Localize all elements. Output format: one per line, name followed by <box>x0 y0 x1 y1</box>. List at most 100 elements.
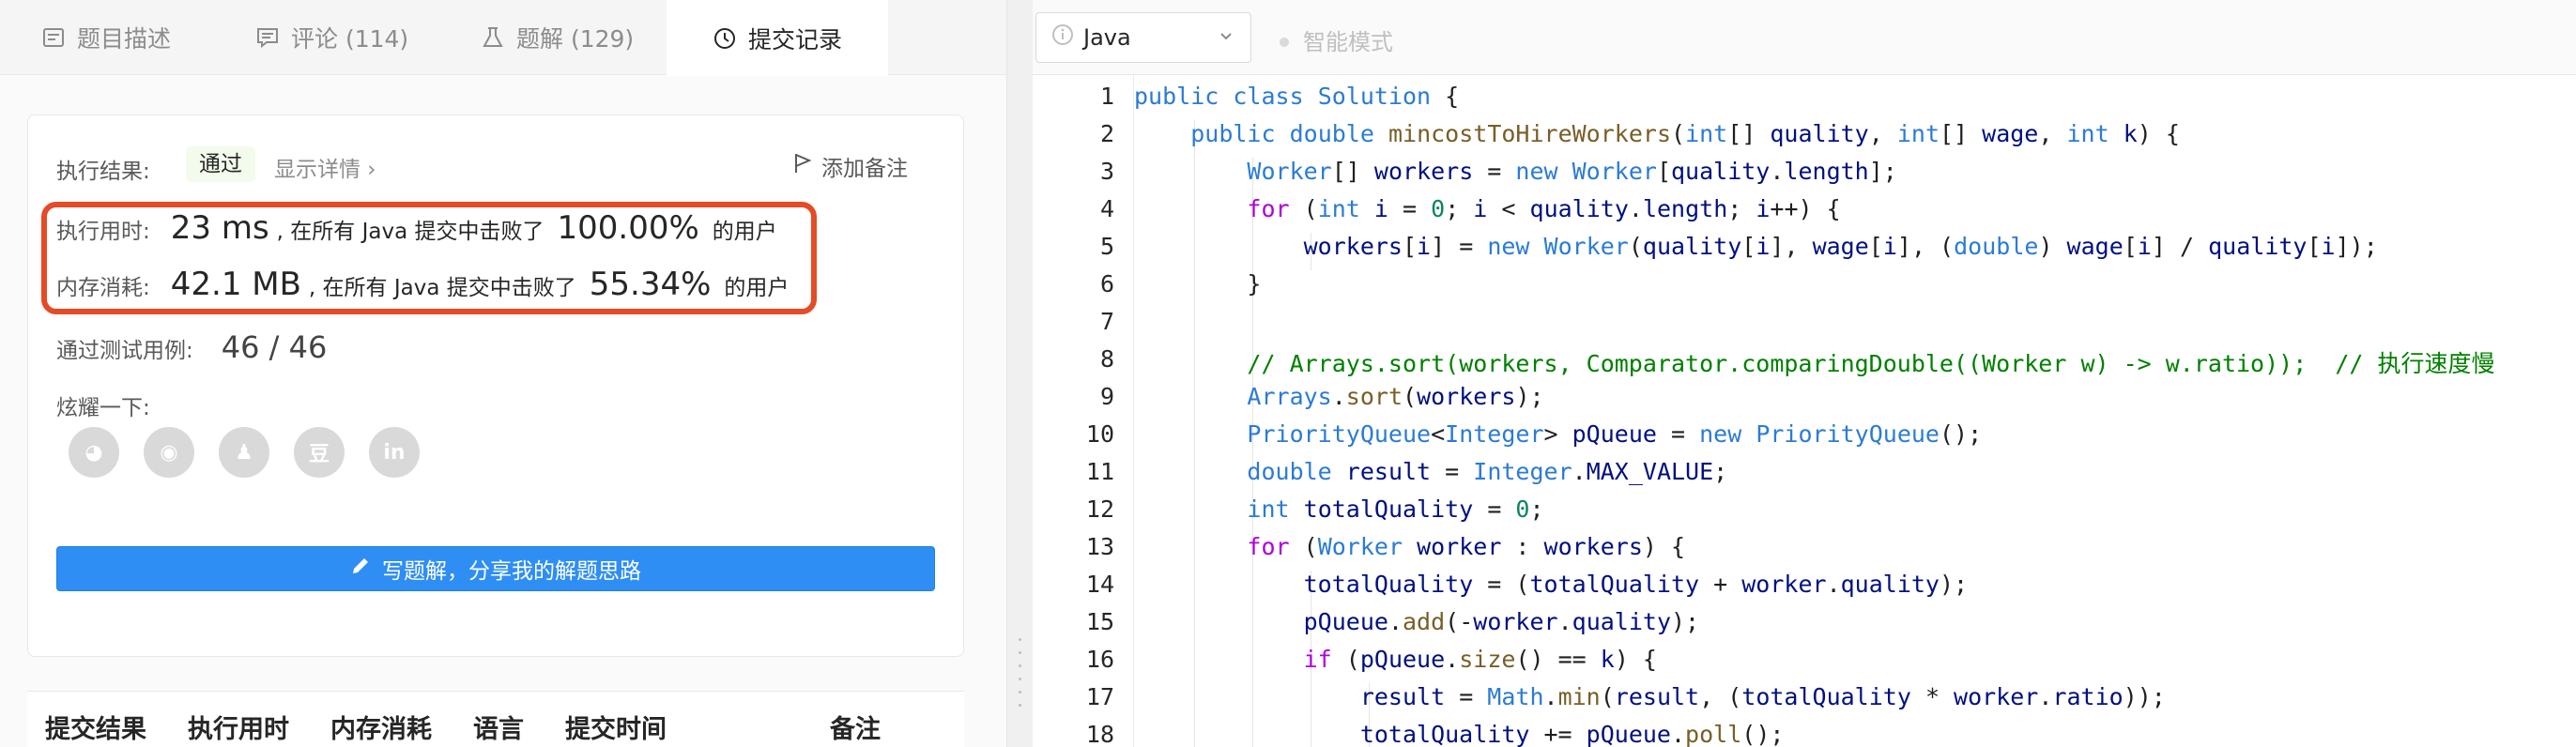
runtime-text: , 在所有 Java 提交中击败了 <box>276 220 544 244</box>
runtime-percent: 100.00% <box>557 209 699 247</box>
code-line: for (Worker worker : workers) { <box>1247 533 1686 560</box>
splitter-dot <box>1019 704 1021 707</box>
show-details-link[interactable]: 显示详情 › <box>274 151 376 183</box>
left-panel: 题目描述 评论 (114) 题解 (129) 提交记录 执行结果: 通过 显示详… <box>0 0 1006 747</box>
dot-icon <box>1279 27 1290 53</box>
column-header-note[interactable]: 备注 <box>830 709 881 745</box>
tab-solutions[interactable]: 题解 (129) <box>481 0 634 75</box>
column-header-result[interactable]: 提交结果 <box>45 709 146 745</box>
status-badge: 通过 <box>186 146 255 182</box>
weibo-icon[interactable]: ◉ <box>144 427 194 478</box>
flask-icon <box>481 25 505 50</box>
tests-row: 通过测试用例: 46 / 46 <box>56 329 327 365</box>
line-number: 18 <box>1085 721 1114 747</box>
runtime-row: 执行用时: 23 ms , 在所有 Java 提交中击败了 100.00% 的用… <box>56 209 777 247</box>
code-line: // Arrays.sort(workers, Comparator.compa… <box>1247 350 2495 377</box>
line-number: 15 <box>1085 608 1114 635</box>
editor-toolbar: Java 智能模式 <box>1033 0 2576 75</box>
tab-description[interactable]: 题目描述 <box>41 0 171 75</box>
tests-label: 通过测试用例: <box>56 339 193 363</box>
tests-value: 46 / 46 <box>221 329 328 365</box>
memory-suffix: 的用户 <box>724 276 790 300</box>
comment-icon <box>255 25 280 50</box>
pencil-icon <box>350 556 371 582</box>
line-number: 12 <box>1085 495 1114 523</box>
line-number: 9 <box>1099 383 1114 410</box>
add-note-label: 添加备注 <box>821 157 908 181</box>
line-number: 8 <box>1099 345 1114 373</box>
write-solution-button[interactable]: 写题解，分享我的解题思路 <box>56 546 935 591</box>
column-header-language[interactable]: 语言 <box>473 709 524 745</box>
tab-description-label: 题目描述 <box>77 25 172 53</box>
runtime-suffix: 的用户 <box>712 220 777 244</box>
code-line: Worker[] workers = new Worker[quality.le… <box>1247 158 1897 185</box>
memory-label: 内存消耗: <box>56 276 150 300</box>
write-solution-label: 写题解，分享我的解题思路 <box>382 559 641 584</box>
line-number: 2 <box>1099 120 1114 147</box>
tab-comments[interactable]: 评论 (114) <box>255 0 408 75</box>
splitter-dot <box>1019 638 1021 641</box>
line-number: 7 <box>1099 308 1114 335</box>
column-header-submit-time[interactable]: 提交时间 <box>565 709 667 745</box>
tab-submissions[interactable]: 提交记录 <box>667 0 888 76</box>
code-line: if (pQueue.size() == k) { <box>1303 646 1657 673</box>
line-number: 17 <box>1085 683 1114 710</box>
douban-icon[interactable]: 豆 <box>294 427 345 478</box>
line-number: 1 <box>1099 83 1114 110</box>
code-line: double result = Integer.MAX_VALUE; <box>1247 458 1728 485</box>
language-value: Java <box>1083 24 1131 51</box>
memory-text: , 在所有 Java 提交中击败了 <box>308 276 576 300</box>
line-number: 4 <box>1099 195 1114 222</box>
tab-solutions-label: 题解 (129) <box>516 25 635 53</box>
code-line: public class Solution { <box>1134 83 1460 110</box>
code-line: totalQuality = (totalQuality + worker.qu… <box>1303 571 1969 598</box>
memory-value: 42.1 MB <box>170 266 301 303</box>
column-header-runtime[interactable]: 执行用时 <box>188 709 289 745</box>
code-line: result = Math.min(result, (totalQuality … <box>1359 683 2166 710</box>
smart-mode-label: 智能模式 <box>1303 29 1393 55</box>
code-line: PriorityQueue<Integer> pQueue = new Prio… <box>1247 420 1983 448</box>
add-note-button[interactable]: 添加备注 <box>793 150 908 182</box>
qq-icon[interactable]: ♟ <box>219 427 269 478</box>
share-label: 炫耀一下: <box>56 396 150 420</box>
column-header-memory[interactable]: 内存消耗 <box>330 709 432 745</box>
line-number: 16 <box>1085 646 1114 673</box>
submissions-table-header: 提交结果 执行用时 内存消耗 语言 提交时间 备注 <box>27 691 964 747</box>
info-icon <box>1051 23 1074 52</box>
splitter-dot <box>1019 664 1021 667</box>
code-line: int totalQuality = 0; <box>1247 495 1544 523</box>
code-line: for (int i = 0; i < quality.length; i++)… <box>1247 195 1841 222</box>
code-line: } <box>1134 270 1262 297</box>
line-number: 3 <box>1099 158 1114 185</box>
memory-percent: 55.34% <box>589 266 712 303</box>
panel-splitter[interactable] <box>1006 0 1033 747</box>
code-line: workers[i] = new Worker(quality[i], wage… <box>1303 233 2378 260</box>
line-number: 5 <box>1099 233 1114 260</box>
splitter-dot <box>1019 691 1021 694</box>
line-number: 10 <box>1085 420 1114 448</box>
memory-row: 内存消耗: 42.1 MB , 在所有 Java 提交中击败了 55.34% 的… <box>56 266 789 303</box>
runtime-label: 执行用时: <box>56 220 150 244</box>
tab-comments-label: 评论 (114) <box>291 25 409 53</box>
document-icon <box>41 25 66 50</box>
code-line: pQueue.add(-worker.quality); <box>1303 608 1700 635</box>
line-number: 6 <box>1099 270 1114 297</box>
result-card: 执行结果: 通过 显示详情 › 添加备注 执行用时: 23 ms , 在所有 J… <box>27 114 964 657</box>
result-label: 执行结果: <box>56 160 150 184</box>
code-line: Arrays.sort(workers); <box>1247 383 1544 410</box>
linkedin-icon[interactable]: in <box>369 427 420 478</box>
smart-mode-toggle[interactable]: 智能模式 <box>1279 23 1393 56</box>
chevron-down-icon <box>1217 24 1235 51</box>
runtime-value: 23 ms <box>170 209 269 247</box>
tab-bar: 题目描述 评论 (114) 题解 (129) 提交记录 <box>0 0 1006 76</box>
line-number: 11 <box>1085 458 1114 485</box>
code-line: totalQuality += pQueue.poll(); <box>1359 721 1785 747</box>
line-number-gutter: 1 2 3 4 5 6 7 8 9 10 11 12 13 14 15 16 1… <box>1033 75 1134 747</box>
line-number: 13 <box>1085 533 1114 560</box>
splitter-dot <box>1019 678 1021 680</box>
code-line: public double mincostToHireWorkers(int[]… <box>1190 120 2180 147</box>
code-editor[interactable]: 1 2 3 4 5 6 7 8 9 10 11 12 13 14 15 16 1… <box>1033 75 2576 747</box>
line-number: 14 <box>1085 571 1114 598</box>
wechat-icon[interactable]: ◕ <box>69 427 119 478</box>
language-select[interactable]: Java <box>1035 12 1251 63</box>
